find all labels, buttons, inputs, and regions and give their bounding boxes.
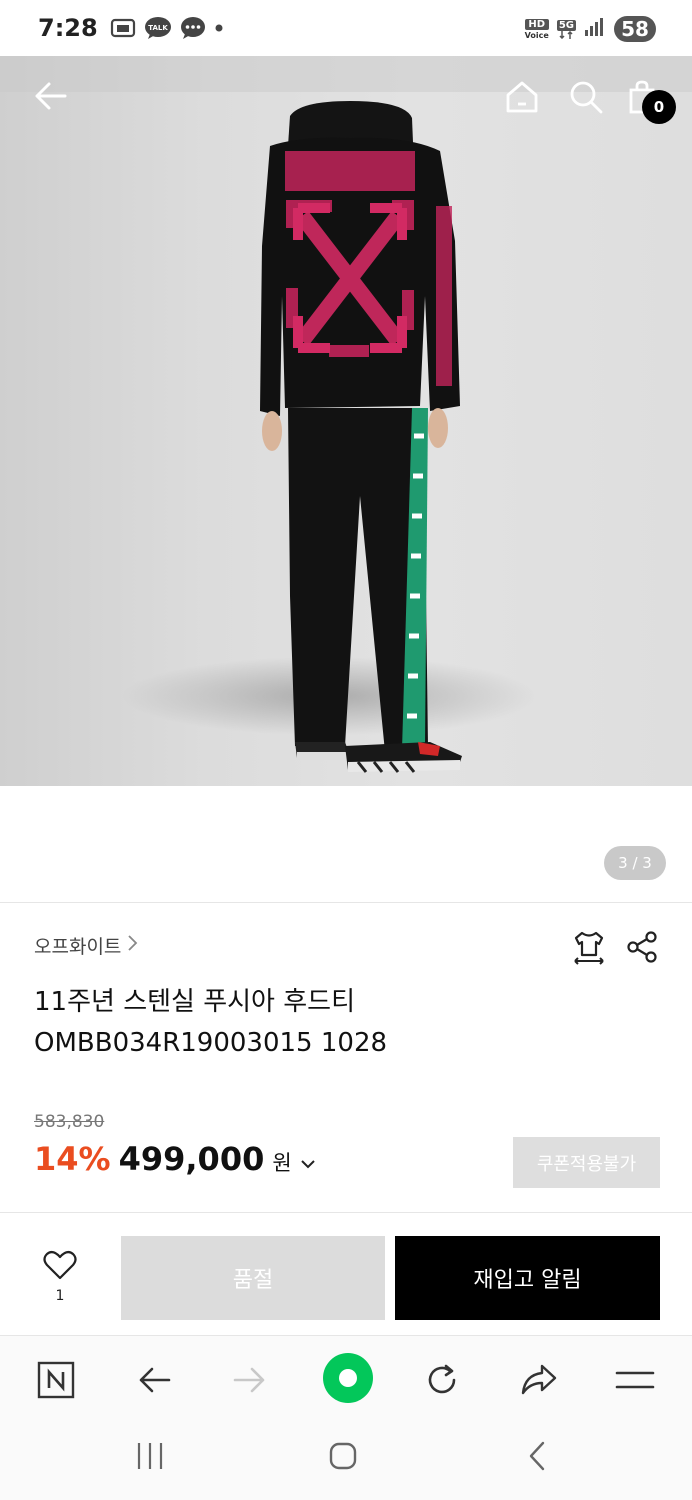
product-image[interactable] bbox=[0, 56, 692, 786]
cart-count-badge[interactable]: 0 bbox=[642, 90, 676, 124]
svg-text:TALK: TALK bbox=[148, 24, 168, 32]
gallery-notification-icon bbox=[110, 17, 136, 39]
wish-button[interactable]: 1 bbox=[40, 1250, 80, 1304]
original-price: 583,830 bbox=[34, 1112, 105, 1132]
status-time: 7:28 bbox=[38, 14, 98, 42]
browser-toolbar bbox=[0, 1335, 692, 1421]
status-bar: 7:28 TALK HD Voice 5G 58 bbox=[0, 0, 692, 56]
chevron-right-icon bbox=[127, 934, 139, 957]
back-nav-icon[interactable] bbox=[526, 1441, 548, 1471]
price-row[interactable]: 14% 499,000 원 bbox=[34, 1140, 316, 1178]
menu-icon[interactable] bbox=[613, 1358, 657, 1402]
browser-forward-icon[interactable] bbox=[228, 1358, 272, 1402]
talk-notification-icon: TALK bbox=[144, 16, 172, 40]
restock-alert-button[interactable]: 재입고 알림 bbox=[395, 1236, 660, 1320]
search-icon[interactable] bbox=[567, 78, 605, 116]
brand-link[interactable]: 오프화이트 bbox=[34, 932, 139, 959]
battery-indicator: 58 bbox=[614, 16, 656, 42]
hd-voice-badge: HD Voice bbox=[524, 18, 549, 40]
recent-apps-icon[interactable] bbox=[136, 1441, 164, 1471]
divider bbox=[0, 902, 692, 903]
tshirt-size-icon[interactable] bbox=[572, 930, 606, 970]
soldout-button[interactable]: 품절 bbox=[121, 1236, 385, 1320]
naver-home-icon[interactable] bbox=[34, 1358, 78, 1402]
network-5g-icon: 5G bbox=[556, 19, 576, 39]
home-icon[interactable] bbox=[503, 78, 541, 116]
sale-price: 499,000 bbox=[118, 1140, 265, 1178]
currency-label: 원 bbox=[272, 1151, 292, 1175]
system-navigation-bar bbox=[0, 1421, 692, 1500]
divider bbox=[0, 1212, 692, 1213]
browser-share-icon[interactable] bbox=[517, 1358, 561, 1402]
chevron-down-icon[interactable] bbox=[300, 1155, 316, 1174]
model-figure-image bbox=[260, 101, 462, 773]
status-indicators: HD Voice 5G 58 bbox=[524, 16, 656, 42]
back-arrow-icon[interactable] bbox=[32, 78, 68, 114]
signal-strength-icon bbox=[584, 17, 606, 41]
share-icon[interactable] bbox=[626, 930, 658, 970]
more-notifications-dot-icon bbox=[214, 23, 224, 33]
home-nav-icon[interactable] bbox=[328, 1441, 358, 1471]
brand-name: 오프화이트 bbox=[34, 936, 122, 958]
browser-back-icon[interactable] bbox=[132, 1358, 176, 1402]
gallery-counter: 3 / 3 bbox=[604, 846, 666, 880]
product-actions bbox=[572, 930, 658, 970]
heart-icon bbox=[43, 1250, 77, 1284]
discount-rate: 14% bbox=[34, 1140, 111, 1178]
wish-count: 1 bbox=[55, 1288, 65, 1304]
refresh-icon[interactable] bbox=[420, 1358, 464, 1402]
coupon-unavailable-button[interactable]: 쿠폰적용불가 bbox=[513, 1137, 660, 1188]
product-title: 11주년 스텐실 푸시아 후드티 OMBB034R19003015 1028 bbox=[34, 987, 388, 1058]
message-notification-icon bbox=[180, 16, 206, 40]
green-dot-icon[interactable] bbox=[322, 1352, 374, 1404]
